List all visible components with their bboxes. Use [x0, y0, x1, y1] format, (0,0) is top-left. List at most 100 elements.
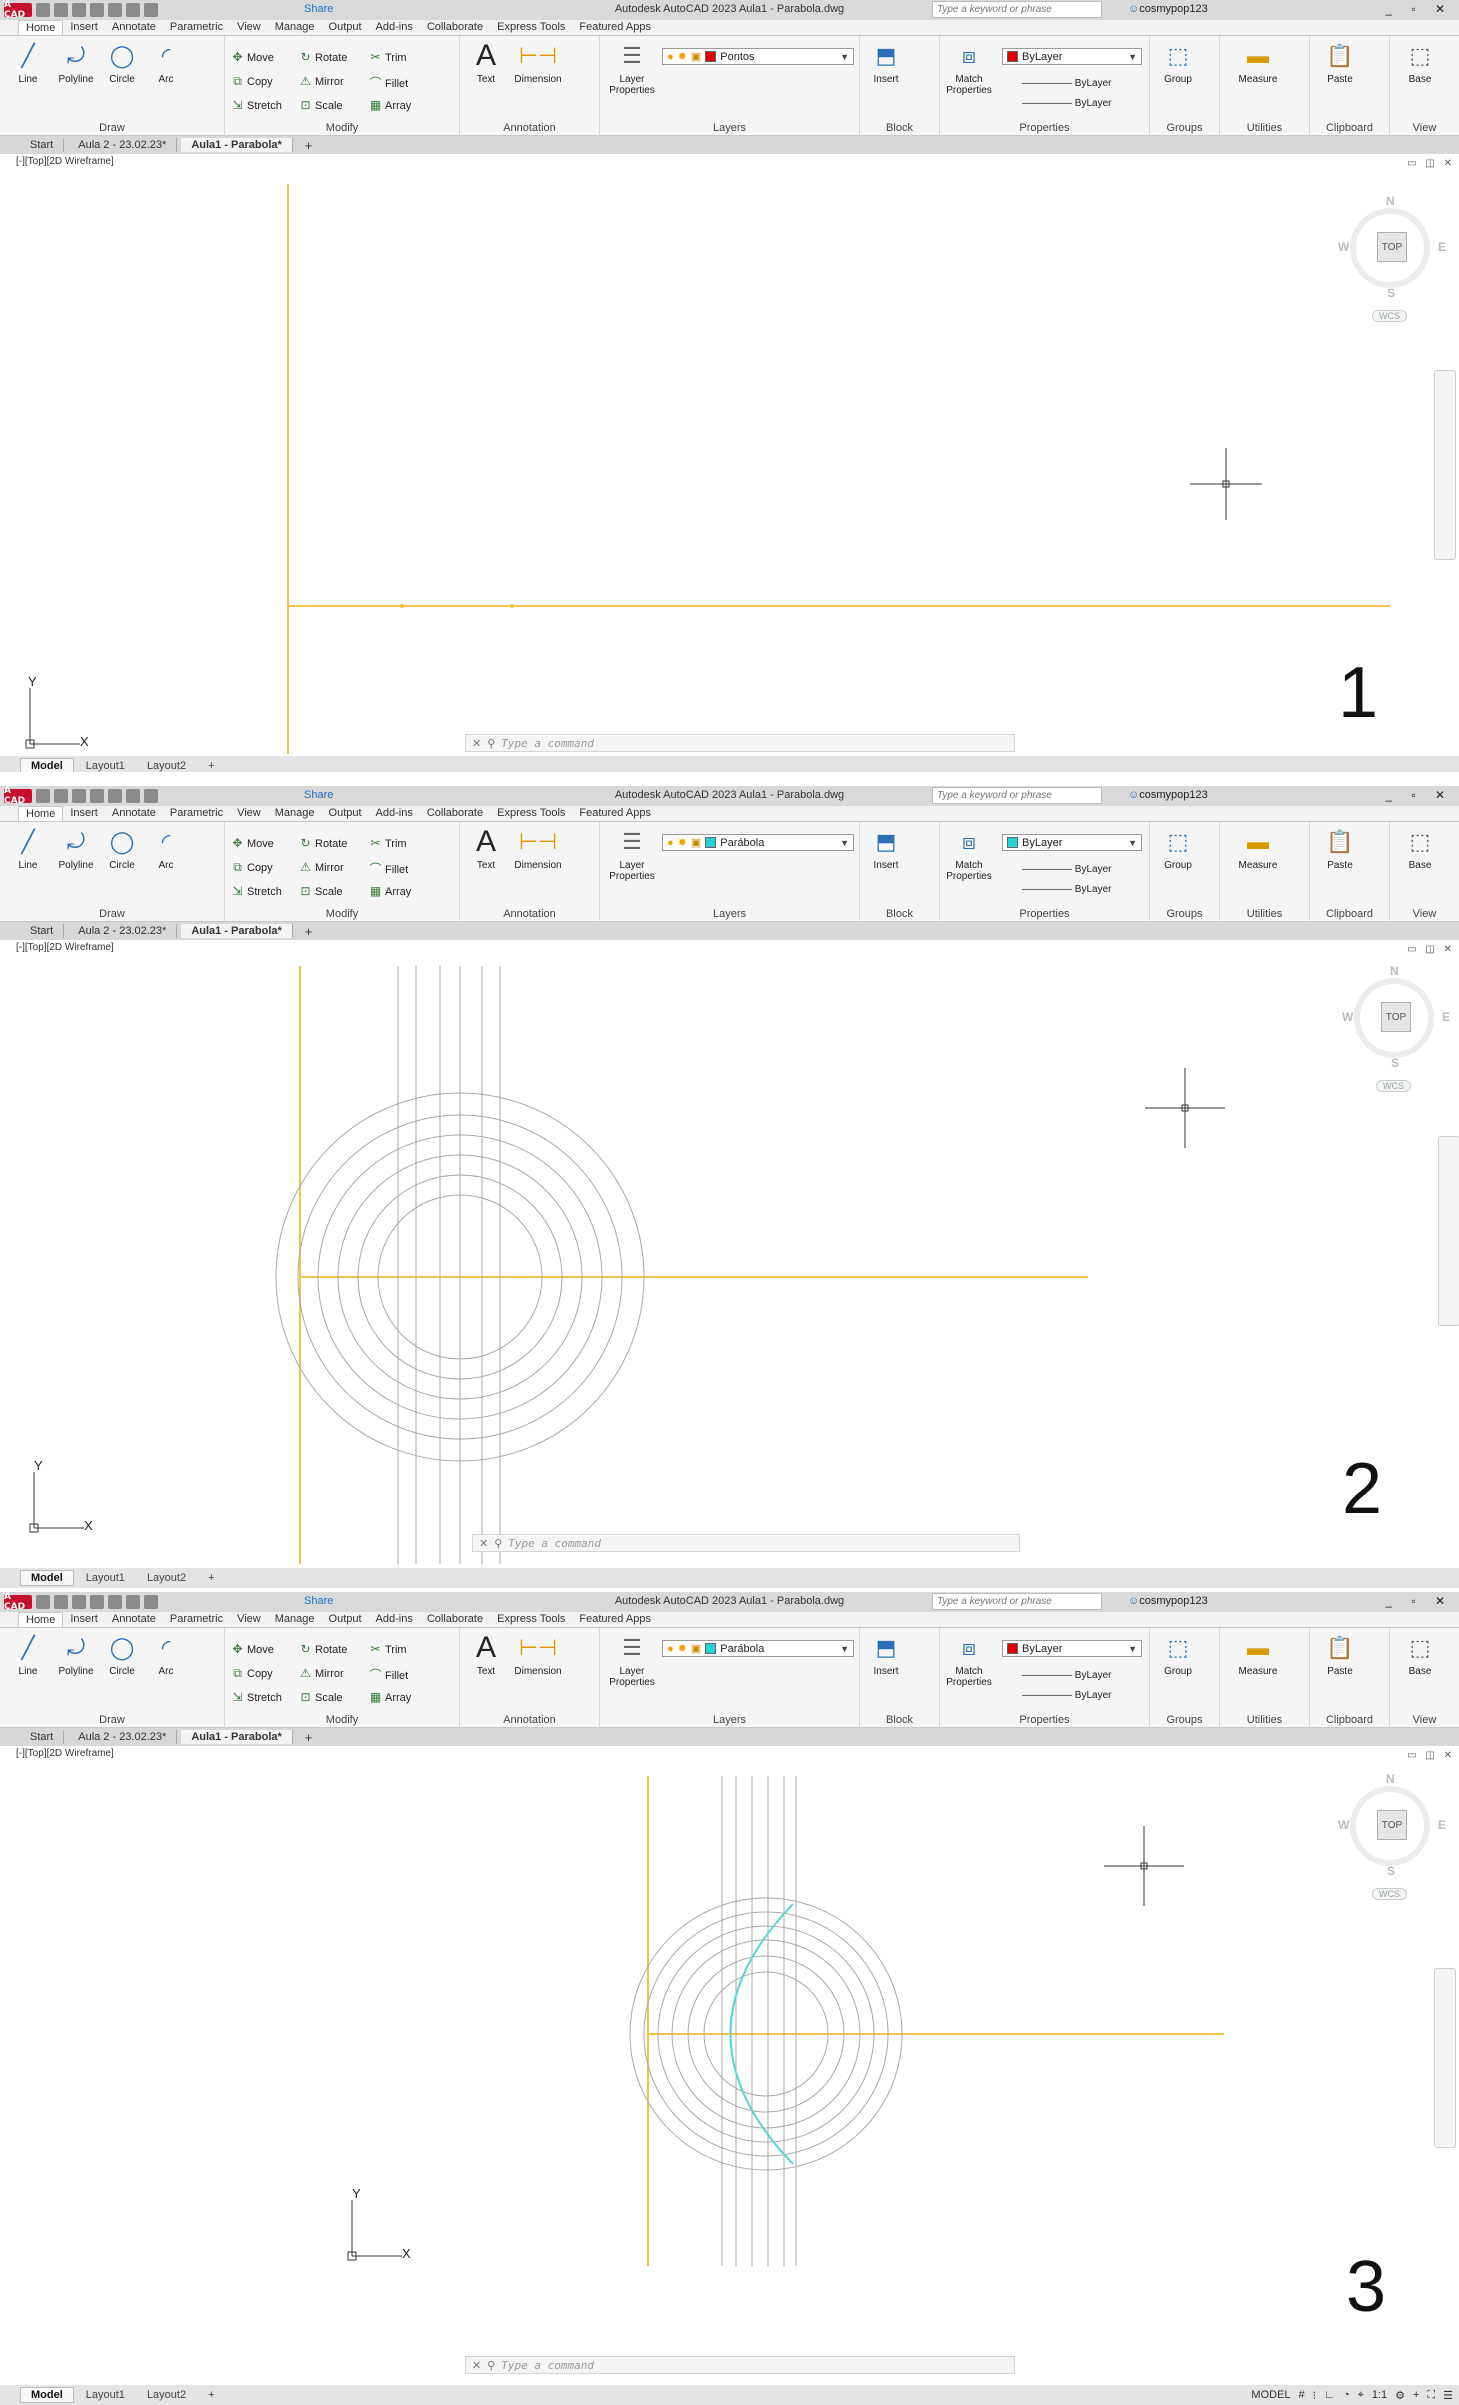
tab-collaborate[interactable]: Collaborate [420, 1612, 490, 1627]
polyline-tool[interactable]: ⤾ Polyline [56, 42, 96, 85]
tab-manage[interactable]: Manage [268, 806, 322, 821]
command-line[interactable]: ✕ ⚲ Type a command [472, 1534, 1020, 1552]
wcs-menu[interactable]: WCS [1372, 310, 1407, 322]
layers-panel-title[interactable]: Layers [600, 908, 859, 920]
clipboard-panel-title[interactable]: Clipboard [1310, 122, 1389, 134]
layout-tab-layout2[interactable]: Layout2 [137, 1571, 196, 1585]
move-tool[interactable]: ✥ Move [231, 836, 273, 850]
circle-tool[interactable]: ◯ Circle [102, 1634, 142, 1677]
gear-icon[interactable]: ⚙ [1395, 2389, 1405, 2402]
arc-tool[interactable]: ◜ Arc [146, 42, 186, 85]
utilities-panel-title[interactable]: Utilities [1220, 1714, 1309, 1726]
user-account[interactable]: cosmypop123 [1128, 789, 1208, 801]
command-input[interactable]: Type a command [508, 1537, 601, 1550]
block-panel-title[interactable]: Block [860, 122, 939, 134]
modify-panel-title[interactable]: Modify [225, 1714, 459, 1726]
groups-panel-title[interactable]: Groups [1150, 1714, 1219, 1726]
circle-tool[interactable]: ◯ Circle [102, 828, 142, 871]
plus-icon[interactable]: + [1413, 2389, 1419, 2401]
viewcube-top[interactable]: TOP [1377, 232, 1407, 262]
layout-tab-layout1[interactable]: Layout1 [76, 759, 135, 772]
text-tool[interactable]: A Text [466, 39, 506, 85]
linetype-dropdown[interactable]: ————— ByLayer [1022, 884, 1111, 895]
polyline-tool[interactable]: ⤾ Polyline [56, 828, 96, 871]
layers-panel-title[interactable]: Layers [600, 1714, 859, 1726]
properties-panel-title[interactable]: Properties [940, 908, 1149, 920]
tab-express-tools[interactable]: Express Tools [490, 20, 572, 35]
tab-insert[interactable]: Insert [63, 806, 105, 821]
close-icon[interactable]: ✕ [479, 1537, 488, 1550]
layout-tab-model[interactable]: Model [20, 758, 74, 772]
compass-s[interactable]: S [1391, 1056, 1399, 1070]
layer-properties-tool[interactable]: ☰ Layer Properties [606, 42, 658, 96]
array-tool[interactable]: ▦ Array [369, 1690, 411, 1704]
doc-tab-aula1[interactable]: Aula1 - Parabola* [181, 138, 293, 152]
annotation-panel-title[interactable]: Annotation [460, 122, 599, 134]
command-input[interactable]: Type a command [501, 737, 594, 750]
insert-tool[interactable]: ⬒ Insert [866, 42, 906, 85]
window-controls[interactable]: _ ▫ ✕ [1385, 1594, 1453, 1608]
draw-panel-title[interactable]: Draw [0, 122, 224, 134]
rotate-tool[interactable]: ↻ Rotate [299, 50, 347, 64]
copy-tool[interactable]: ⧉ Copy [231, 1666, 272, 1681]
properties-panel-title[interactable]: Properties [940, 1714, 1149, 1726]
drawing-viewport[interactable]: [-][Top][2D Wireframe] ▭ ◫ ✕ N S W E TOP… [0, 1746, 1459, 2385]
drawing-viewport[interactable]: [-][Top][2D Wireframe] ▭ ◫ ✕ N S W E TOP… [0, 940, 1459, 1564]
search-input[interactable]: Type a keyword or phrase [932, 1, 1102, 18]
move-tool[interactable]: ✥ Move [231, 50, 273, 64]
color-dropdown[interactable]: ByLayer ▼ [1002, 1640, 1142, 1657]
wcs-menu[interactable]: WCS [1372, 1888, 1407, 1900]
modify-panel-title[interactable]: Modify [225, 908, 459, 920]
add-layout-button[interactable]: + [198, 2388, 224, 2402]
fillet-tool[interactable]: ⌒ Fillet [369, 1666, 408, 1683]
lineweight-dropdown[interactable]: ————— ByLayer [1022, 864, 1111, 875]
tab-insert[interactable]: Insert [63, 1612, 105, 1627]
dimension-tool[interactable]: ⊢⊣ Dimension [508, 828, 568, 871]
compass-n[interactable]: N [1386, 194, 1395, 208]
match-properties-tool[interactable]: ⧈ Match Properties [944, 828, 994, 882]
compass-w[interactable]: W [1342, 1010, 1353, 1024]
viewcube-top[interactable]: TOP [1381, 1002, 1411, 1032]
tab-express-tools[interactable]: Express Tools [490, 1612, 572, 1627]
rotate-tool[interactable]: ↻ Rotate [299, 836, 347, 850]
viewcube[interactable]: N S W E TOP WCS [1342, 964, 1450, 1104]
tab-annotate[interactable]: Annotate [105, 20, 163, 35]
tab-manage[interactable]: Manage [268, 20, 322, 35]
stretch-tool[interactable]: ⇲ Stretch [231, 98, 281, 112]
viewcube[interactable]: N S W E TOP WCS [1338, 194, 1446, 334]
linetype-dropdown[interactable]: ————— ByLayer [1022, 1690, 1111, 1701]
trim-tool[interactable]: ✂ Trim [369, 1642, 406, 1656]
layout-tab-layout2[interactable]: Layout2 [137, 759, 196, 772]
doc-tab-aula2[interactable]: Aula 2 - 23.02.23* [68, 1730, 178, 1744]
navigation-bar[interactable] [1438, 1136, 1459, 1326]
paste-tool[interactable]: 📋 Paste [1320, 828, 1360, 871]
lineweight-dropdown[interactable]: ————— ByLayer [1022, 1670, 1111, 1681]
tab-express-tools[interactable]: Express Tools [490, 806, 572, 821]
doc-tab-start[interactable]: Start [20, 1730, 65, 1744]
measure-tool[interactable]: ▬ Measure [1230, 1634, 1286, 1677]
polyline-tool[interactable]: ⤾ Polyline [56, 1634, 96, 1677]
navigation-bar[interactable] [1434, 1968, 1456, 2148]
color-dropdown[interactable]: ByLayer ▼ [1002, 834, 1142, 851]
insert-tool[interactable]: ⬒ Insert [866, 1634, 906, 1677]
view-panel-title[interactable]: View [1390, 1714, 1459, 1726]
move-tool[interactable]: ✥ Move [231, 1642, 273, 1656]
annotation-panel-title[interactable]: Annotation [460, 908, 599, 920]
tab-annotate[interactable]: Annotate [105, 1612, 163, 1627]
new-tab-button[interactable]: + [297, 1730, 321, 1745]
stretch-tool[interactable]: ⇲ Stretch [231, 1690, 281, 1704]
tab-featured-apps[interactable]: Featured Apps [572, 20, 658, 35]
tab-view[interactable]: View [230, 1612, 268, 1627]
compass-e[interactable]: E [1438, 240, 1446, 254]
modify-panel-title[interactable]: Modify [225, 122, 459, 134]
scale-tool[interactable]: ⊡ Scale [299, 1690, 342, 1704]
array-tool[interactable]: ▦ Array [369, 884, 411, 898]
grid-icon[interactable]: # [1299, 2389, 1305, 2401]
compass-s[interactable]: S [1387, 286, 1395, 300]
tab-output[interactable]: Output [322, 1612, 369, 1627]
scale-tool[interactable]: ⊡ Scale [299, 98, 342, 112]
tab-addins[interactable]: Add-ins [369, 20, 420, 35]
doc-tab-aula2[interactable]: Aula 2 - 23.02.23* [68, 138, 178, 152]
group-tool[interactable]: ⬚ Group [1158, 42, 1198, 85]
doc-tab-aula2[interactable]: Aula 2 - 23.02.23* [68, 924, 178, 938]
